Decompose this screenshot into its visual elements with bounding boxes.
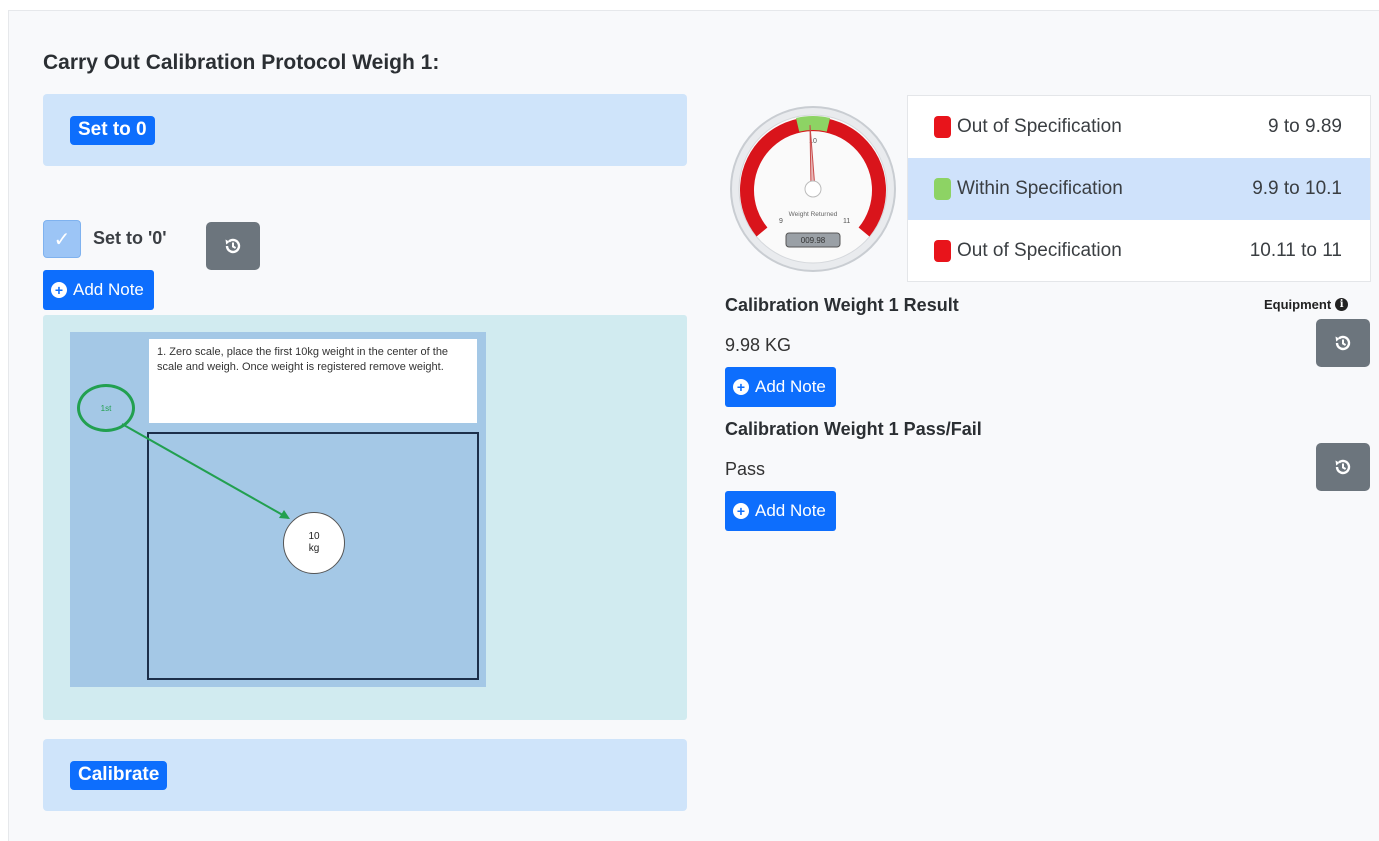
spec-range: 9.9 to 10.1: [1252, 178, 1342, 199]
check-icon: ✓: [53, 228, 71, 251]
add-note-label: Add Note: [73, 280, 144, 299]
set-zero-checkbox[interactable]: ✓: [43, 220, 81, 258]
instruction-diagram-panel: 1. Zero scale, place the first 10kg weig…: [43, 315, 687, 720]
plus-circle-icon: +: [733, 379, 749, 395]
section-calibrate: Calibrate: [43, 739, 687, 811]
equipment-text: Equipment: [1264, 297, 1332, 312]
gauge-max-tick-label: 11: [843, 218, 850, 225]
page-title: Carry Out Calibration Protocol Weigh 1:: [43, 51, 440, 74]
gauge-hub: [804, 180, 822, 198]
add-note-label: Add Note: [755, 377, 826, 396]
spec-label: Out of Specification: [957, 116, 1122, 137]
pass-fail-history-button[interactable]: [1316, 443, 1370, 491]
spec-label: Out of Specification: [957, 240, 1122, 261]
add-note-button-set-zero[interactable]: + Add Note: [43, 270, 154, 310]
equipment-label: Equipment i: [1264, 297, 1349, 312]
weight-result-title: Calibration Weight 1 Result: [725, 295, 959, 315]
weight-unit: kg: [308, 543, 320, 554]
step-marker: 1st: [77, 384, 135, 432]
status-red-icon: [934, 240, 951, 262]
pass-fail-value: Pass: [725, 459, 766, 479]
placement-arrow: [121, 423, 290, 519]
section-badge-set-to-zero: Set to 0: [70, 116, 155, 145]
specification-table: Out of Specification 9 to 9.89 Within Sp…: [907, 95, 1371, 282]
history-icon: [1335, 459, 1351, 475]
section-badge-calibrate: Calibrate: [70, 761, 168, 790]
spec-range: 10.11 to 11: [1249, 240, 1342, 261]
info-icon[interactable]: i: [1335, 298, 1349, 311]
history-icon: [1335, 335, 1351, 351]
add-note-label: Add Note: [755, 501, 826, 520]
section-set-to-zero: Set to 0: [43, 94, 687, 166]
add-note-button-pass-fail[interactable]: + Add Note: [725, 491, 836, 531]
gauge-min-tick-label: 9: [779, 218, 783, 225]
set-zero-checkbox-label: Set to '0': [93, 228, 167, 248]
scale-diagram: 1. Zero scale, place the first 10kg weig…: [70, 332, 486, 687]
set-zero-history-button[interactable]: [206, 222, 260, 270]
gauge-readout: 009.98: [801, 236, 826, 245]
plus-circle-icon: +: [51, 282, 67, 298]
spec-row-low: Out of Specification 9 to 9.89: [908, 96, 1370, 158]
pass-fail-title: Calibration Weight 1 Pass/Fail: [725, 419, 982, 439]
spec-label: Within Specification: [957, 178, 1123, 199]
weight-value: 10: [308, 531, 320, 542]
add-note-button-weight-result[interactable]: + Add Note: [725, 367, 836, 407]
gauge-green-arc: [795, 116, 831, 132]
weight-result-history-button[interactable]: [1316, 319, 1370, 367]
plus-circle-icon: +: [733, 503, 749, 519]
history-icon: [225, 238, 241, 254]
status-red-icon: [934, 116, 951, 138]
page-container: Carry Out Calibration Protocol Weigh 1: …: [8, 10, 1379, 841]
spec-range: 9 to 9.89: [1268, 116, 1342, 137]
spec-row-high: Out of Specification 10.11 to 11: [908, 220, 1370, 282]
status-green-icon: [934, 178, 951, 200]
weight-gauge: 10 9 11 Weight Returned 009.98: [730, 106, 896, 272]
weight-result-value: 9.98 KG: [725, 335, 792, 355]
gauge-caption: Weight Returned: [789, 211, 838, 218]
weight-marker: 10 kg: [283, 512, 345, 574]
spec-row-within: Within Specification 9.9 to 10.1: [908, 158, 1370, 220]
